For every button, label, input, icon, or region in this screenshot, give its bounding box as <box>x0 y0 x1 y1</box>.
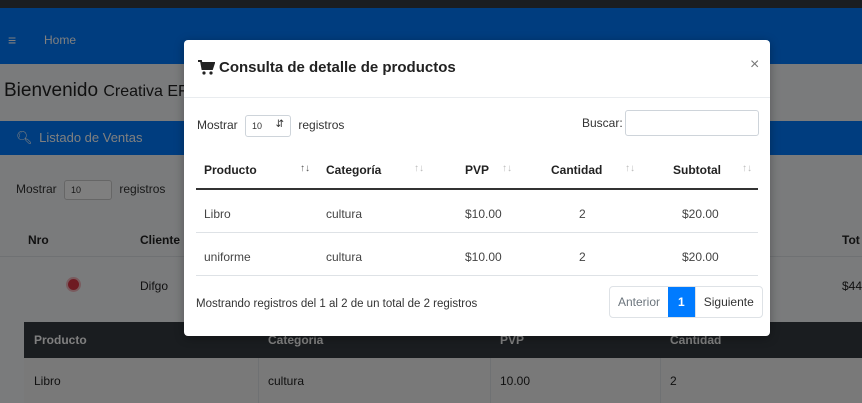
pagination-prev[interactable]: Anterior <box>610 287 668 317</box>
close-icon[interactable]: × <box>750 56 759 74</box>
cell-cantidad: 2 <box>579 207 586 221</box>
col-producto[interactable]: Producto <box>204 163 257 177</box>
sort-asc-icon[interactable]: ↑↓ <box>300 163 310 174</box>
cell-cantidad: 2 <box>579 250 586 264</box>
col-pvp[interactable]: PVP <box>465 163 489 177</box>
product-detail-modal: Consulta de detalle de productos × Mostr… <box>184 40 770 336</box>
row-divider <box>196 275 758 276</box>
cell-producto: uniforme <box>204 250 251 264</box>
cell-categoria: cultura <box>326 207 363 221</box>
cell-producto: Libro <box>204 207 231 221</box>
search-input[interactable] <box>625 110 759 136</box>
pagination: Anterior 1 Siguiente <box>609 286 763 318</box>
cell-categoria: cultura <box>326 250 363 264</box>
mostrar-label: Mostrar <box>197 118 238 133</box>
col-categoria[interactable]: Categoría <box>326 163 381 177</box>
cell-subtotal: $20.00 <box>682 207 719 221</box>
pagination-page-1[interactable]: 1 <box>668 287 695 317</box>
shopping-cart-icon <box>198 60 215 75</box>
table-info: Mostrando registros del 1 al 2 de un tot… <box>196 298 478 310</box>
length-control: Mostrar 10 ⇵ registros <box>197 115 344 137</box>
sort-icon[interactable]: ↑↓ <box>414 163 424 174</box>
row-divider <box>196 232 758 233</box>
sort-icon[interactable]: ↑↓ <box>502 163 512 174</box>
modal-title-text: Consulta de detalle de productos <box>219 59 456 76</box>
col-subtotal[interactable]: Subtotal <box>673 163 721 177</box>
cell-pvp: $10.00 <box>465 250 502 264</box>
modal-header-divider <box>184 97 770 98</box>
modal-title: Consulta de detalle de productos <box>198 59 456 76</box>
registros-label: registros <box>298 118 345 133</box>
sort-icon[interactable]: ↑↓ <box>742 163 752 174</box>
page-size-select[interactable]: 10 ⇵ <box>245 115 292 137</box>
cell-pvp: $10.00 <box>465 207 502 221</box>
col-cantidad[interactable]: Cantidad <box>551 163 602 177</box>
page-size-value: 10 <box>252 121 263 131</box>
table-header-divider <box>196 188 758 190</box>
sort-icon[interactable]: ↑↓ <box>625 163 635 174</box>
cell-subtotal: $20.00 <box>682 250 719 264</box>
pagination-next[interactable]: Siguiente <box>694 287 762 317</box>
search-label: Buscar: <box>582 116 623 130</box>
select-arrows-icon: ⇵ <box>275 119 285 130</box>
